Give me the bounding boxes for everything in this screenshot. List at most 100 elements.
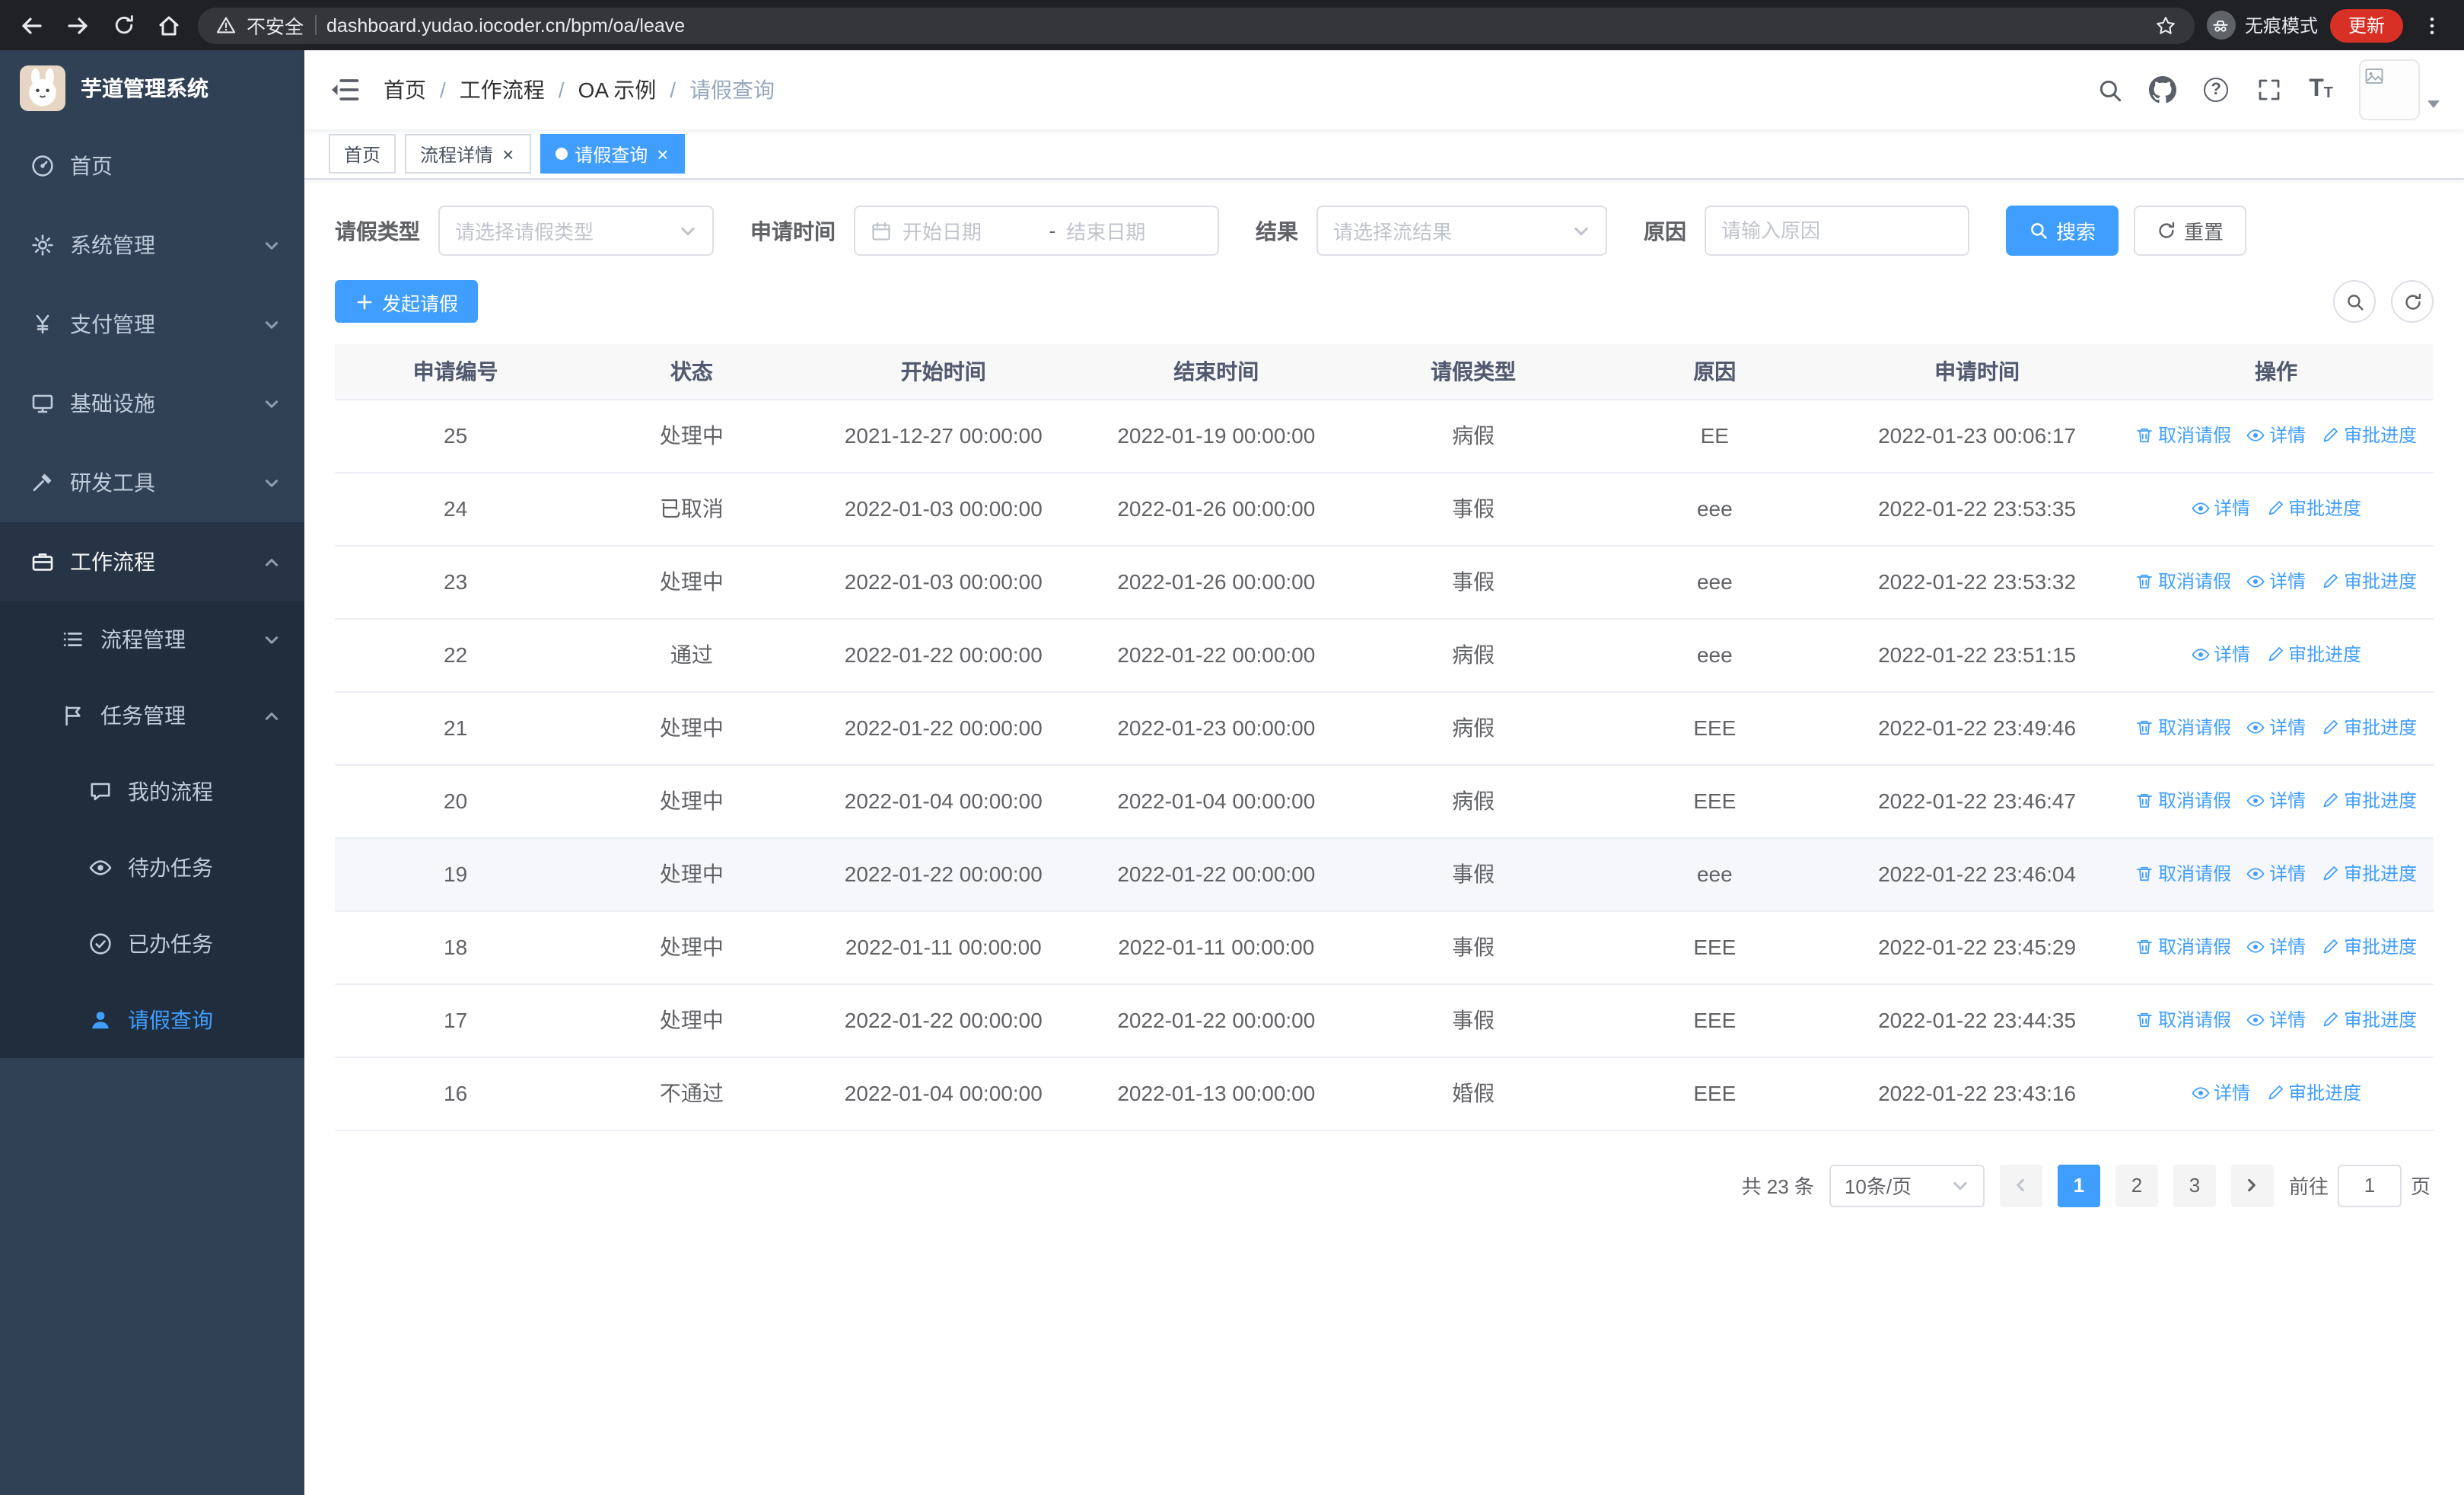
sidebar-item-infrastructure[interactable]: 基础设施 bbox=[0, 364, 304, 443]
cancel-leave-link[interactable]: 取消请假 bbox=[2135, 1007, 2231, 1033]
browser-update-button[interactable]: 更新 bbox=[2329, 8, 2403, 42]
detail-link[interactable]: 详情 bbox=[2191, 642, 2250, 668]
approval-progress-link[interactable]: 审批进度 bbox=[2321, 569, 2417, 594]
sidebar-item-done-tasks[interactable]: 已办任务 bbox=[0, 906, 304, 982]
cell-apply-id: 25 bbox=[335, 399, 577, 473]
cell-end-time: 2022-01-26 00:00:00 bbox=[1080, 545, 1353, 619]
tab-leave-query[interactable]: 请假查询 × bbox=[540, 134, 686, 174]
breadcrumb-home[interactable]: 首页 bbox=[384, 75, 426, 105]
cancel-leave-link[interactable]: 取消请假 bbox=[2135, 788, 2231, 814]
sidebar-item-payment[interactable]: 支付管理 bbox=[0, 285, 304, 364]
browser-menu-icon[interactable] bbox=[2415, 8, 2449, 42]
cell-end-time: 2022-01-22 00:00:00 bbox=[1080, 837, 1353, 911]
home-icon[interactable] bbox=[152, 8, 186, 42]
search-button[interactable]: 搜索 bbox=[2006, 206, 2119, 256]
forward-icon[interactable] bbox=[61, 8, 94, 42]
toggle-search-button[interactable] bbox=[2333, 280, 2376, 323]
detail-link[interactable]: 详情 bbox=[2246, 422, 2306, 448]
approval-progress-link[interactable]: 审批进度 bbox=[2321, 861, 2417, 887]
breadcrumb-workflow[interactable]: 工作流程 bbox=[460, 75, 545, 105]
reload-icon[interactable] bbox=[107, 8, 140, 42]
page-goto-input[interactable] bbox=[2337, 1164, 2402, 1207]
cancel-leave-link[interactable]: 取消请假 bbox=[2135, 422, 2231, 448]
approval-progress-link[interactable]: 审批进度 bbox=[2321, 788, 2417, 814]
tool-icon bbox=[33, 473, 52, 492]
leave-type-select[interactable]: 请选择请假类型 bbox=[438, 206, 714, 256]
address-bar[interactable]: 不安全 dashboard.yudao.iocoder.cn/bpm/oa/le… bbox=[198, 7, 2195, 43]
detail-link[interactable]: 详情 bbox=[2246, 861, 2306, 887]
cancel-leave-link[interactable]: 取消请假 bbox=[2135, 715, 2231, 741]
detail-link[interactable]: 详情 bbox=[2246, 934, 2306, 960]
github-icon[interactable] bbox=[2149, 76, 2177, 104]
cancel-leave-link[interactable]: 取消请假 bbox=[2135, 934, 2231, 960]
approval-progress-link[interactable]: 审批进度 bbox=[2265, 496, 2361, 521]
sidebar-item-my-processes[interactable]: 我的流程 bbox=[0, 754, 304, 830]
sidebar-item-workflow[interactable]: 工作流程 bbox=[0, 522, 304, 601]
close-icon[interactable]: × bbox=[501, 144, 515, 164]
sidebar-fold-icon[interactable] bbox=[329, 75, 359, 105]
reason-input[interactable] bbox=[1705, 206, 1969, 256]
close-icon[interactable]: × bbox=[655, 144, 670, 164]
leave-type-label: 请假类型 bbox=[335, 218, 420, 243]
cell-actions: 取消请假 详情 审批进度 bbox=[2119, 545, 2434, 619]
help-icon[interactable]: ? bbox=[2202, 76, 2230, 104]
calendar-icon bbox=[872, 222, 890, 240]
cell-actions: 详情 审批进度 bbox=[2119, 1057, 2434, 1130]
sidebar-item-system[interactable]: 系统管理 bbox=[0, 206, 304, 285]
trash-icon bbox=[2137, 1012, 2152, 1027]
url-text: dashboard.yudao.iocoder.cn/bpm/oa/leave bbox=[326, 14, 686, 36]
result-select[interactable]: 请选择流结果 bbox=[1316, 206, 1607, 256]
detail-link[interactable]: 详情 bbox=[2191, 496, 2250, 521]
tab-process-detail[interactable]: 流程详情 × bbox=[405, 134, 531, 174]
page-button-3[interactable]: 3 bbox=[2173, 1164, 2216, 1207]
search-form: 请假类型 请选择请假类型 申请时间 开始日期 - 结束日期 结果 请选择流结果 … bbox=[335, 206, 2434, 256]
tab-home[interactable]: 首页 bbox=[329, 134, 396, 174]
table-toolbar: 发起请假 bbox=[335, 280, 2434, 323]
next-page-button[interactable] bbox=[2230, 1164, 2274, 1207]
flag-icon bbox=[65, 706, 81, 726]
page-button-2[interactable]: 2 bbox=[2115, 1164, 2158, 1207]
user-menu[interactable] bbox=[2359, 59, 2440, 120]
detail-link[interactable]: 详情 bbox=[2246, 715, 2306, 741]
page-size-select[interactable]: 10条/页 bbox=[1829, 1164, 1985, 1207]
detail-link[interactable]: 详情 bbox=[2246, 569, 2306, 594]
back-icon[interactable] bbox=[15, 8, 49, 42]
reset-button[interactable]: 重置 bbox=[2134, 206, 2247, 256]
detail-link[interactable]: 详情 bbox=[2246, 788, 2306, 814]
approval-progress-link[interactable]: 审批进度 bbox=[2321, 1007, 2417, 1033]
sidebar-item-dev-tools[interactable]: 研发工具 bbox=[0, 443, 304, 522]
detail-link[interactable]: 详情 bbox=[2246, 1007, 2306, 1033]
sidebar-item-leave-query[interactable]: 请假查询 bbox=[0, 982, 304, 1058]
page-button-1[interactable]: 1 bbox=[2057, 1164, 2100, 1207]
approval-progress-link[interactable]: 审批进度 bbox=[2265, 642, 2361, 668]
breadcrumb-separator: / bbox=[558, 78, 565, 102]
bookmark-star-icon[interactable] bbox=[2155, 14, 2176, 36]
sidebar-item-todo-tasks[interactable]: 待办任务 bbox=[0, 830, 304, 906]
cell-leave-type: 事假 bbox=[1352, 837, 1594, 911]
sidebar-item-home[interactable]: 首页 bbox=[0, 126, 304, 206]
approval-progress-link[interactable]: 审批进度 bbox=[2321, 422, 2417, 448]
app-logo[interactable]: 芋道管理系统 bbox=[0, 50, 304, 126]
breadcrumb-oa-example[interactable]: OA 示例 bbox=[578, 75, 657, 105]
sidebar-item-task-management[interactable]: 任务管理 bbox=[0, 677, 304, 754]
cancel-leave-link[interactable]: 取消请假 bbox=[2135, 861, 2231, 887]
cell-end-time: 2022-01-11 00:00:00 bbox=[1080, 910, 1353, 984]
refresh-table-button[interactable] bbox=[2391, 280, 2434, 323]
search-icon bbox=[2031, 223, 2047, 239]
approval-progress-link[interactable]: 审批进度 bbox=[2321, 934, 2417, 960]
cell-start-time: 2022-01-22 00:00:00 bbox=[807, 618, 1081, 692]
create-leave-button[interactable]: 发起请假 bbox=[335, 280, 479, 323]
col-status: 状态 bbox=[576, 344, 807, 400]
detail-link[interactable]: 详情 bbox=[2191, 1080, 2250, 1106]
apply-time-range-picker[interactable]: 开始日期 - 结束日期 bbox=[854, 206, 1219, 256]
cancel-leave-link[interactable]: 取消请假 bbox=[2135, 569, 2231, 594]
approval-progress-link[interactable]: 审批进度 bbox=[2265, 1080, 2361, 1106]
sidebar-item-process-management[interactable]: 流程管理 bbox=[0, 601, 304, 677]
fullscreen-icon[interactable] bbox=[2255, 76, 2283, 104]
prev-page-button[interactable] bbox=[1999, 1164, 2042, 1207]
cell-apply-time: 2022-01-22 23:45:29 bbox=[1835, 910, 2119, 984]
avatar[interactable] bbox=[2359, 59, 2420, 120]
approval-progress-link[interactable]: 审批进度 bbox=[2321, 715, 2417, 741]
font-size-icon[interactable]: TT bbox=[2309, 77, 2333, 102]
header-search-icon[interactable] bbox=[2096, 76, 2123, 104]
